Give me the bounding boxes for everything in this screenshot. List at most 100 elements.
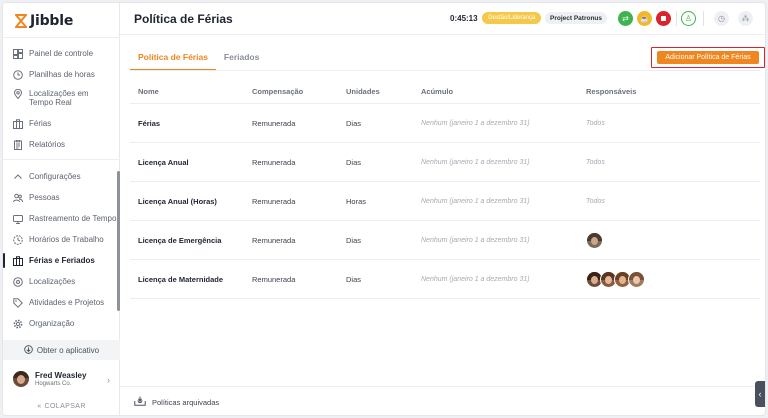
policy-compensation: Remunerada <box>252 274 296 284</box>
table-row[interactable]: Licença de Maternidade Remunerada Dias N… <box>130 260 760 299</box>
policy-compensation: Remunerada <box>252 118 296 128</box>
table-row[interactable]: Licença Anual (Horas) Remunerada Horas N… <box>130 182 760 221</box>
policy-name: Licença Anual (Horas) <box>138 196 217 206</box>
archived-policies-button[interactable]: Políticas arquivadas <box>134 396 219 408</box>
download-icon <box>24 344 33 356</box>
sidebar-item-leave-holidays[interactable]: Férias e Feriados <box>3 250 120 271</box>
tab-bar: Política de Férias Feriados <box>130 47 267 71</box>
sidebar-item-work-schedules[interactable]: Horários de Trabalho <box>3 229 120 250</box>
report-icon <box>13 139 23 150</box>
stop-icon <box>661 16 666 21</box>
switch-activity-button[interactable]: ⇄ <box>618 11 633 26</box>
column-header-assignees: Responsáveis <box>586 86 637 96</box>
sidebar-item-settings[interactable]: Configurações <box>3 166 120 187</box>
clock-in-status-button[interactable]: ♙ <box>681 11 696 26</box>
sidebar-item-label: Horários de Trabalho <box>29 235 104 244</box>
logo[interactable]: Jibble <box>15 11 73 31</box>
dashboard-icon <box>13 48 23 59</box>
break-button[interactable]: ☕ <box>637 11 652 26</box>
policy-assignees: Todos <box>586 197 605 205</box>
sidebar-item-leave[interactable]: Férias <box>3 113 120 134</box>
tag-icon <box>13 297 23 308</box>
sidebar-item-organization[interactable]: Organização <box>3 313 120 334</box>
policy-units: Horas <box>346 196 367 206</box>
sidebar-item-live-locations[interactable]: Localizações em Tempo Real <box>3 85 120 113</box>
user-name: Fred Weasley <box>35 371 87 380</box>
policy-name: Licença de Maternidade <box>138 274 224 284</box>
sidebar-item-label: Atividades e Projetos <box>29 298 105 307</box>
get-app-button[interactable]: Obter o aplicativo <box>3 340 120 360</box>
work-schedule-icon <box>13 234 23 245</box>
divider <box>3 37 120 38</box>
table-row[interactable]: Licença Anual Remunerada Dias Nenhum (ja… <box>130 143 760 182</box>
avatar <box>13 371 29 387</box>
integrations-icon: ⁂ <box>741 14 750 23</box>
people-icon <box>13 193 23 203</box>
project-badge[interactable]: Project Patronus <box>545 12 608 24</box>
archived-policies-label: Políticas arquivadas <box>152 397 220 407</box>
table-row[interactable]: Férias Remunerada Dias Nenhum (janeiro 1… <box>130 104 760 143</box>
policy-name: Licença de Emergência <box>138 235 222 245</box>
policy-accrual: Nenhum (janeiro 1 a dezembro 31) <box>421 158 530 166</box>
sidebar-scrollbar[interactable] <box>117 171 120 311</box>
map-pin-icon <box>13 89 23 99</box>
sidebar-item-label: Férias <box>29 119 52 128</box>
double-chevron-left-icon: « <box>37 402 42 410</box>
suitcase-icon <box>13 118 23 129</box>
sidebar-item-label: Pessoas <box>29 193 60 202</box>
collapse-button[interactable]: « COLAPSAR <box>3 398 120 414</box>
policy-compensation: Remunerada <box>252 235 296 245</box>
user-menu[interactable]: Fred Weasley Hogwarts Co. › <box>3 365 120 393</box>
avatar[interactable] <box>586 231 603 249</box>
sidebar-item-time-tracking[interactable]: Rastreamento de Tempo <box>3 208 120 229</box>
policy-accrual: Nenhum (janeiro 1 a dezembro 31) <box>421 119 530 127</box>
archive-icon <box>134 396 146 408</box>
footer: Políticas arquivadas <box>120 386 765 415</box>
sidebar-item-label: Relatórios <box>29 140 66 149</box>
sidebar-item-people[interactable]: Pessoas <box>3 187 120 208</box>
leave-policy-table: Nome Compensação Unidades Acúmulo Respon… <box>130 79 760 299</box>
tab-holidays[interactable]: Feriados <box>216 47 267 71</box>
policy-compensation: Remunerada <box>252 196 296 206</box>
location-icon <box>13 276 23 287</box>
policy-assignees <box>586 231 760 249</box>
sidebar-item-locations[interactable]: Localizações <box>3 271 120 292</box>
jibble-logo-icon <box>15 14 27 28</box>
table-header: Nome Compensação Unidades Acúmulo Respon… <box>130 79 760 104</box>
timer: 0:45:13 <box>450 14 478 23</box>
stop-timer-button[interactable] <box>656 11 671 26</box>
clock-icon: ◷ <box>718 14 725 23</box>
policy-name: Férias <box>138 118 161 128</box>
sidebar-item-dashboard[interactable]: Painel de controle <box>3 43 120 64</box>
sidebar-item-timesheets[interactable]: Planilhas de horas <box>3 64 120 85</box>
tab-leave-policies[interactable]: Política de Férias <box>130 47 216 71</box>
sidebar-item-label: Férias e Feriados <box>29 256 95 265</box>
policy-accrual: Nenhum (janeiro 1 a dezembro 31) <box>421 275 530 283</box>
page-title: Política de Férias <box>134 12 233 26</box>
help-button[interactable]: ◷ <box>714 11 729 26</box>
app-window: Jibble Painel de controle Planilhas de h… <box>2 2 766 416</box>
avatar[interactable] <box>628 270 645 288</box>
divider <box>3 159 120 160</box>
sidebar-item-label: Configurações <box>29 172 81 181</box>
sidebar-item-activities-projects[interactable]: Atividades e Projetos <box>3 292 120 313</box>
policy-assignees: Todos <box>586 158 605 166</box>
policy-accrual: Nenhum (janeiro 1 a dezembro 31) <box>421 197 530 205</box>
policy-units: Dias <box>346 157 362 167</box>
swap-icon: ⇄ <box>622 14 629 23</box>
sidebar-nav-settings: Configurações Pessoas Rastreamento de Te… <box>3 166 120 334</box>
notifications-button[interactable]: ⁂ <box>738 11 753 26</box>
column-header-accrual: Acúmulo <box>421 86 454 96</box>
add-leave-policy-button[interactable]: Adicionar Política de Férias <box>657 51 759 64</box>
clock-icon <box>13 69 23 80</box>
get-app-label: Obter o aplicativo <box>36 345 100 355</box>
side-panel-toggle[interactable]: ‹ <box>755 381 765 407</box>
table-row[interactable]: Licença de Emergência Remunerada Dias Ne… <box>130 221 760 260</box>
sidebar-nav-main: Painel de controle Planilhas de horas Lo… <box>3 43 120 155</box>
policy-accrual: Nenhum (janeiro 1 a dezembro 31) <box>421 236 530 244</box>
sidebar-item-label: Localizações <box>29 277 76 286</box>
divider <box>703 11 704 26</box>
sidebar-item-reports[interactable]: Relatórios <box>3 134 120 155</box>
column-header-units: Unidades <box>346 86 380 96</box>
activity-badge[interactable]: Gestão/Liderança <box>482 12 542 24</box>
